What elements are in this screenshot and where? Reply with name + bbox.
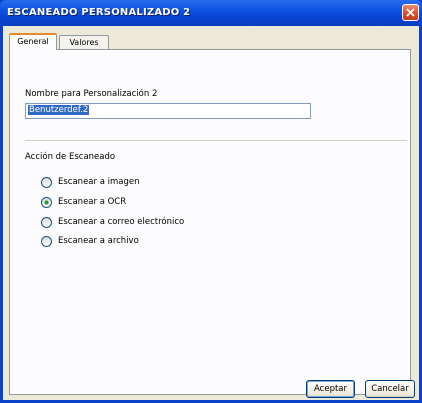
radio-label: Escanear a correo electrónico — [58, 217, 185, 227]
window-title: ESCANEADO PERSONALIZADO 2 — [7, 7, 191, 18]
radio-label: Escanear a OCR — [58, 197, 127, 207]
radio-button[interactable] — [41, 216, 52, 228]
scan-action-label: Acción de Escaneado — [25, 152, 116, 162]
close-icon — [406, 8, 415, 17]
title-bar[interactable]: ESCANEADO PERSONALIZADO 2 — [0, 0, 422, 26]
radio-button-selected[interactable] — [41, 196, 52, 208]
accept-button[interactable]: Aceptar — [306, 380, 355, 398]
tab-general[interactable]: General — [9, 33, 57, 50]
radio-scan-to-file[interactable]: Escanear a archivo — [41, 234, 139, 248]
radio-scan-to-email[interactable]: Escanear a correo electrónico — [41, 215, 184, 229]
name-input[interactable]: Benutzerdef.2 — [25, 103, 311, 119]
radio-scan-to-ocr[interactable]: Escanear a OCR — [41, 195, 126, 209]
tab-valores[interactable]: Valores — [59, 35, 109, 49]
radio-button[interactable] — [41, 176, 52, 188]
dialog-window: ESCANEADO PERSONALIZADO 2 General Valore… — [0, 0, 422, 403]
tab-panel-general: Nombre para Personalización 2 Benutzerde… — [9, 49, 411, 395]
radio-label: Escanear a imagen — [58, 177, 140, 187]
radio-scan-to-image[interactable]: Escanear a imagen — [41, 175, 139, 189]
radio-label: Escanear a archivo — [58, 236, 139, 246]
dialog-body: General Valores Nombre para Personalizac… — [3, 26, 419, 400]
name-field-label: Nombre para Personalización 2 — [25, 89, 158, 99]
section-divider — [25, 140, 407, 142]
close-button[interactable] — [402, 4, 419, 21]
radio-button[interactable] — [41, 235, 52, 247]
name-input-value: Benutzerdef.2 — [28, 105, 90, 115]
cancel-button[interactable]: Cancelar — [365, 380, 415, 398]
